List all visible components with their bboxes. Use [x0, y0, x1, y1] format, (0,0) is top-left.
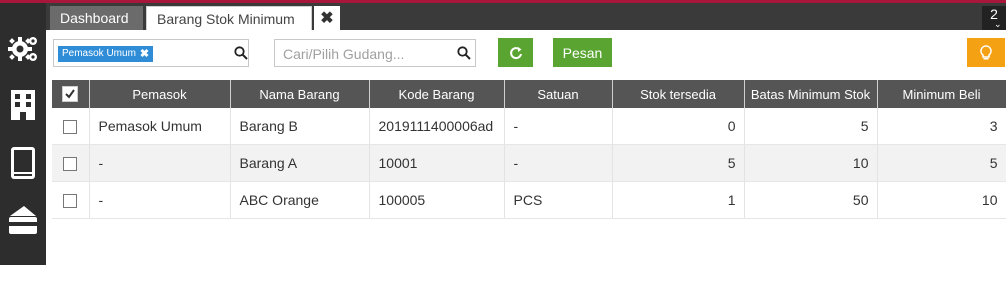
- column-header-pemasok[interactable]: Pemasok: [89, 80, 231, 108]
- toolbar: Pemasok Umum ✖ Pesan: [46, 30, 1006, 78]
- cell-stok-tersedia: 0: [612, 108, 745, 145]
- row-checkbox[interactable]: [63, 120, 78, 135]
- search-icon[interactable]: [234, 46, 248, 60]
- filter-chip: Pemasok Umum ✖: [58, 46, 154, 62]
- supplier-filter[interactable]: Pemasok Umum ✖: [53, 39, 249, 67]
- cell-stok-tersedia: 5: [612, 144, 745, 182]
- table-header-row: Pemasok Nama Barang Kode Barang Satuan S…: [52, 80, 1006, 108]
- card-icon[interactable]: [0, 197, 46, 241]
- tab-dashboard[interactable]: Dashboard: [50, 6, 143, 30]
- select-all-cell[interactable]: [52, 80, 90, 108]
- building-icon[interactable]: [0, 83, 46, 127]
- row-select-cell[interactable]: [52, 108, 90, 145]
- table-row[interactable]: - ABC Orange 100005 PCS 1 50 10: [52, 181, 1006, 219]
- row-checkbox[interactable]: [63, 157, 78, 172]
- cell-pemasok: -: [89, 181, 231, 219]
- folder-icon[interactable]: [0, 249, 46, 293]
- tab-bar: Dashboard Barang Stok Minimum ✖ 2 ⌄: [46, 3, 1006, 30]
- cell-stok-tersedia: 1: [612, 181, 745, 219]
- cell-kode-barang: 10001: [369, 144, 505, 182]
- sidebar: [0, 3, 46, 281]
- book-icon[interactable]: [0, 141, 46, 185]
- cell-nama-barang: Barang B: [230, 108, 370, 145]
- column-header-batas-minimum-stok[interactable]: Batas Minimum Stok: [744, 80, 878, 108]
- cell-pemasok: -: [89, 144, 231, 182]
- column-header-stok-tersedia[interactable]: Stok tersedia: [612, 80, 745, 108]
- pesan-button[interactable]: Pesan: [553, 38, 612, 67]
- cell-minimum-beli: 3: [877, 108, 1006, 145]
- warehouse-select[interactable]: [274, 39, 476, 67]
- column-header-minimum-beli[interactable]: Minimum Beli: [877, 80, 1006, 108]
- cell-batas-minimum-stok: 50: [744, 181, 878, 219]
- tab-close-button[interactable]: ✖: [314, 6, 340, 30]
- cell-nama-barang: Barang A: [230, 144, 370, 182]
- tab-barang-stok-minimum[interactable]: Barang Stok Minimum: [146, 6, 312, 30]
- column-header-nama-barang[interactable]: Nama Barang: [230, 80, 370, 108]
- settings-icon[interactable]: [0, 27, 46, 71]
- select-all-checkbox[interactable]: [62, 86, 79, 103]
- column-header-satuan[interactable]: Satuan: [504, 80, 613, 108]
- row-select-cell[interactable]: [52, 181, 90, 219]
- cell-minimum-beli: 5: [877, 144, 1006, 182]
- stock-table: Pemasok Nama Barang Kode Barang Satuan S…: [52, 80, 1006, 219]
- cell-pemasok: Pemasok Umum: [89, 108, 231, 145]
- cell-satuan: -: [504, 108, 613, 145]
- row-checkbox[interactable]: [63, 194, 78, 209]
- table-row[interactable]: - Barang A 10001 - 5 10 5: [52, 144, 1006, 182]
- refresh-icon: [509, 46, 522, 59]
- column-header-kode-barang[interactable]: Kode Barang: [369, 80, 505, 108]
- search-icon[interactable]: [457, 46, 471, 60]
- cell-kode-barang: 100005: [369, 181, 505, 219]
- cell-batas-minimum-stok: 5: [744, 108, 878, 145]
- row-select-cell[interactable]: [52, 144, 90, 182]
- cell-satuan: -: [504, 144, 613, 182]
- cell-nama-barang: ABC Orange: [230, 181, 370, 219]
- cell-minimum-beli: 10: [877, 181, 1006, 219]
- table-row[interactable]: Pemasok Umum Barang B 2019111400006ad - …: [52, 108, 1006, 145]
- check-icon: [65, 89, 76, 99]
- cell-batas-minimum-stok: 10: [744, 144, 878, 182]
- tab-counter[interactable]: 2 ⌄: [982, 6, 1006, 30]
- lightbulb-button[interactable]: [967, 38, 1005, 67]
- cell-satuan: PCS: [504, 181, 613, 219]
- chip-remove-icon[interactable]: ✖: [140, 46, 149, 62]
- cell-kode-barang: 2019111400006ad: [369, 108, 505, 145]
- lightbulb-icon: [980, 44, 992, 59]
- filter-chip-label: Pemasok Umum: [62, 48, 136, 59]
- chevron-down-icon: ⌄: [994, 19, 1002, 29]
- warehouse-input[interactable]: [281, 44, 445, 64]
- refresh-button[interactable]: [498, 38, 533, 67]
